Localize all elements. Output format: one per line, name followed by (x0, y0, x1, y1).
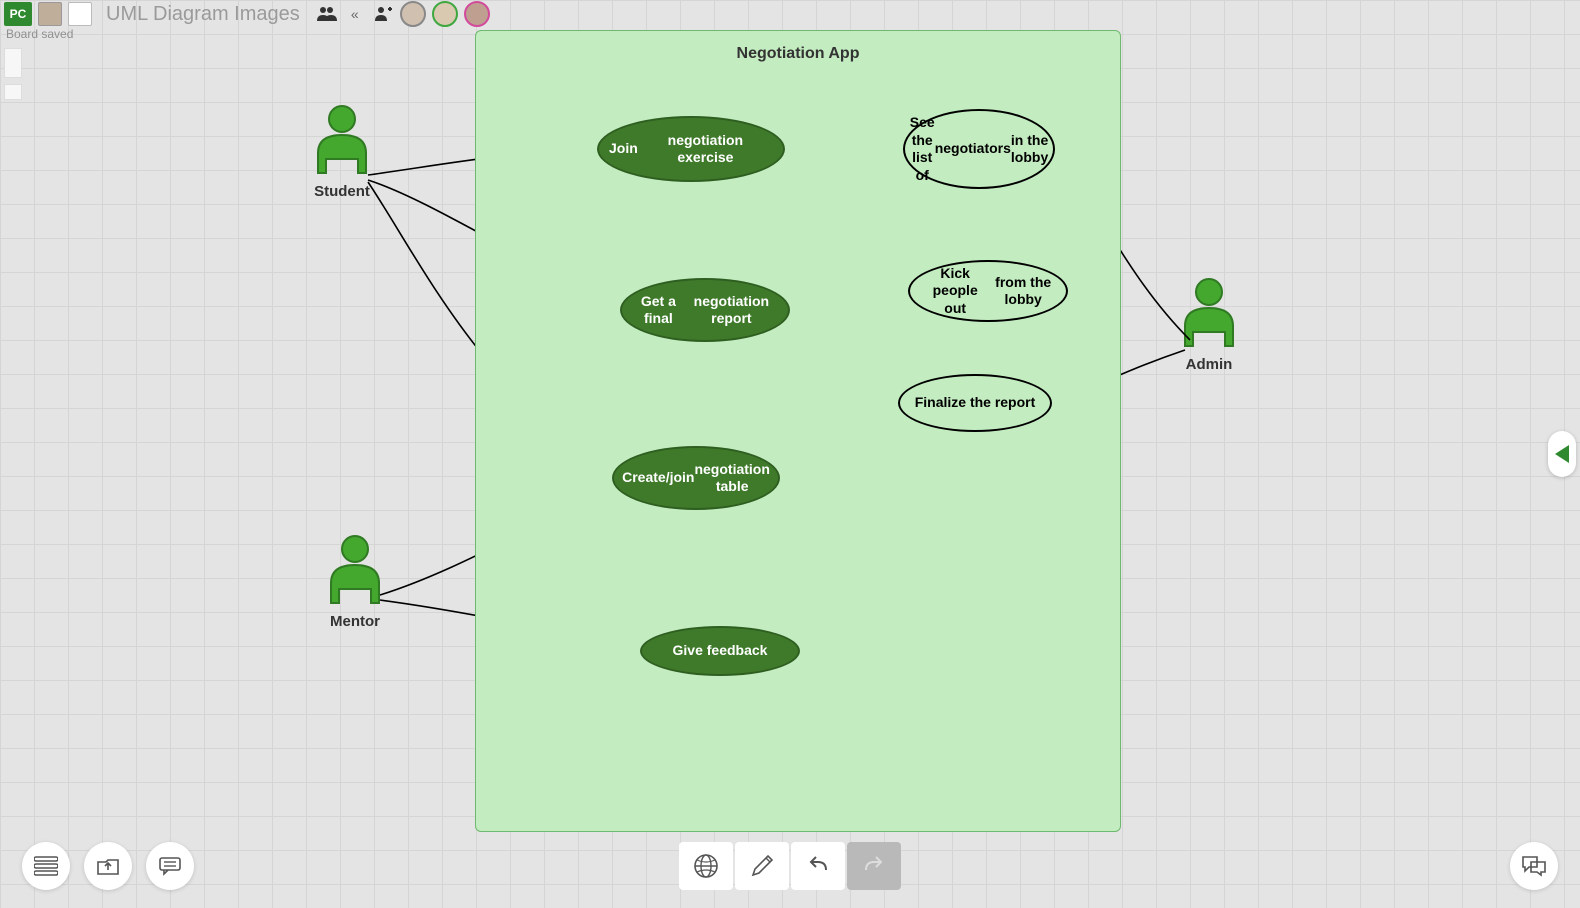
left-mini-panel (4, 48, 22, 106)
actor-label-student: Student (314, 183, 370, 200)
collaborator-dot[interactable] (400, 1, 426, 27)
redo-button (847, 842, 901, 890)
actor-label-admin: Admin (1186, 356, 1233, 373)
save-status: Board saved (6, 27, 73, 41)
mini-slot[interactable] (4, 84, 22, 100)
undo-button[interactable] (791, 842, 845, 890)
right-panel-toggle[interactable] (1548, 431, 1576, 477)
collapse-icon[interactable]: « (344, 3, 366, 25)
collaborator-avatar[interactable] (38, 2, 62, 26)
globe-button[interactable] (679, 842, 733, 890)
collaborator-dot[interactable] (432, 1, 458, 27)
bottom-right-tools (1510, 842, 1558, 890)
mini-slot[interactable] (4, 48, 22, 78)
board-title[interactable]: UML Diagram Images (106, 3, 300, 26)
user-badge[interactable]: PC (4, 2, 32, 26)
comments-button[interactable] (146, 842, 194, 890)
actor-label-mentor: Mentor (330, 613, 380, 630)
list-button[interactable] (22, 842, 70, 890)
export-button[interactable] (84, 842, 132, 890)
topbar: PC UML Diagram Images « (0, 0, 1580, 28)
add-person-icon[interactable] (372, 3, 394, 25)
chat-button[interactable] (1510, 842, 1558, 890)
new-tab-button[interactable] (68, 2, 92, 26)
collaborator-dot[interactable] (464, 1, 490, 27)
people-icon[interactable] (316, 3, 338, 25)
bottom-left-tools (22, 842, 194, 890)
pencil-button[interactable] (735, 842, 789, 890)
bottom-center-tools (678, 842, 902, 890)
triangle-left-icon (1555, 445, 1569, 463)
